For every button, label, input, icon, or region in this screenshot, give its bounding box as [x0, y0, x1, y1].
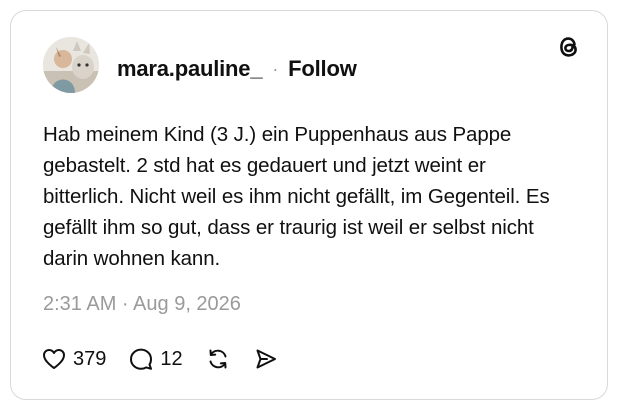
- comment-bubble-icon: [128, 346, 154, 372]
- avatar[interactable]: [43, 37, 99, 93]
- heart-icon: [41, 346, 67, 372]
- follow-button[interactable]: Follow: [288, 56, 357, 82]
- repost-button[interactable]: [205, 346, 231, 372]
- send-icon: [253, 346, 279, 372]
- post-header: mara.pauline_ · Follow: [117, 55, 357, 83]
- post-card: mara.pauline_ · Follow Hab meinem Kind (…: [10, 10, 608, 400]
- repost-icon: [205, 346, 231, 372]
- post-text: Hab meinem Kind (3 J.) ein Puppenhaus au…: [43, 123, 550, 270]
- separator-dot: ·: [272, 58, 279, 79]
- username-link[interactable]: mara.pauline_: [117, 56, 263, 82]
- like-button[interactable]: 379: [41, 346, 106, 372]
- reply-count: 12: [160, 347, 183, 370]
- like-count: 379: [73, 347, 107, 370]
- share-button[interactable]: [253, 346, 279, 372]
- reply-button[interactable]: 12: [128, 346, 183, 372]
- threads-logo-icon[interactable]: [555, 33, 583, 61]
- post-timestamp[interactable]: 2:31 AM · Aug 9, 2026: [43, 293, 241, 316]
- action-bar: 379 12: [41, 344, 301, 374]
